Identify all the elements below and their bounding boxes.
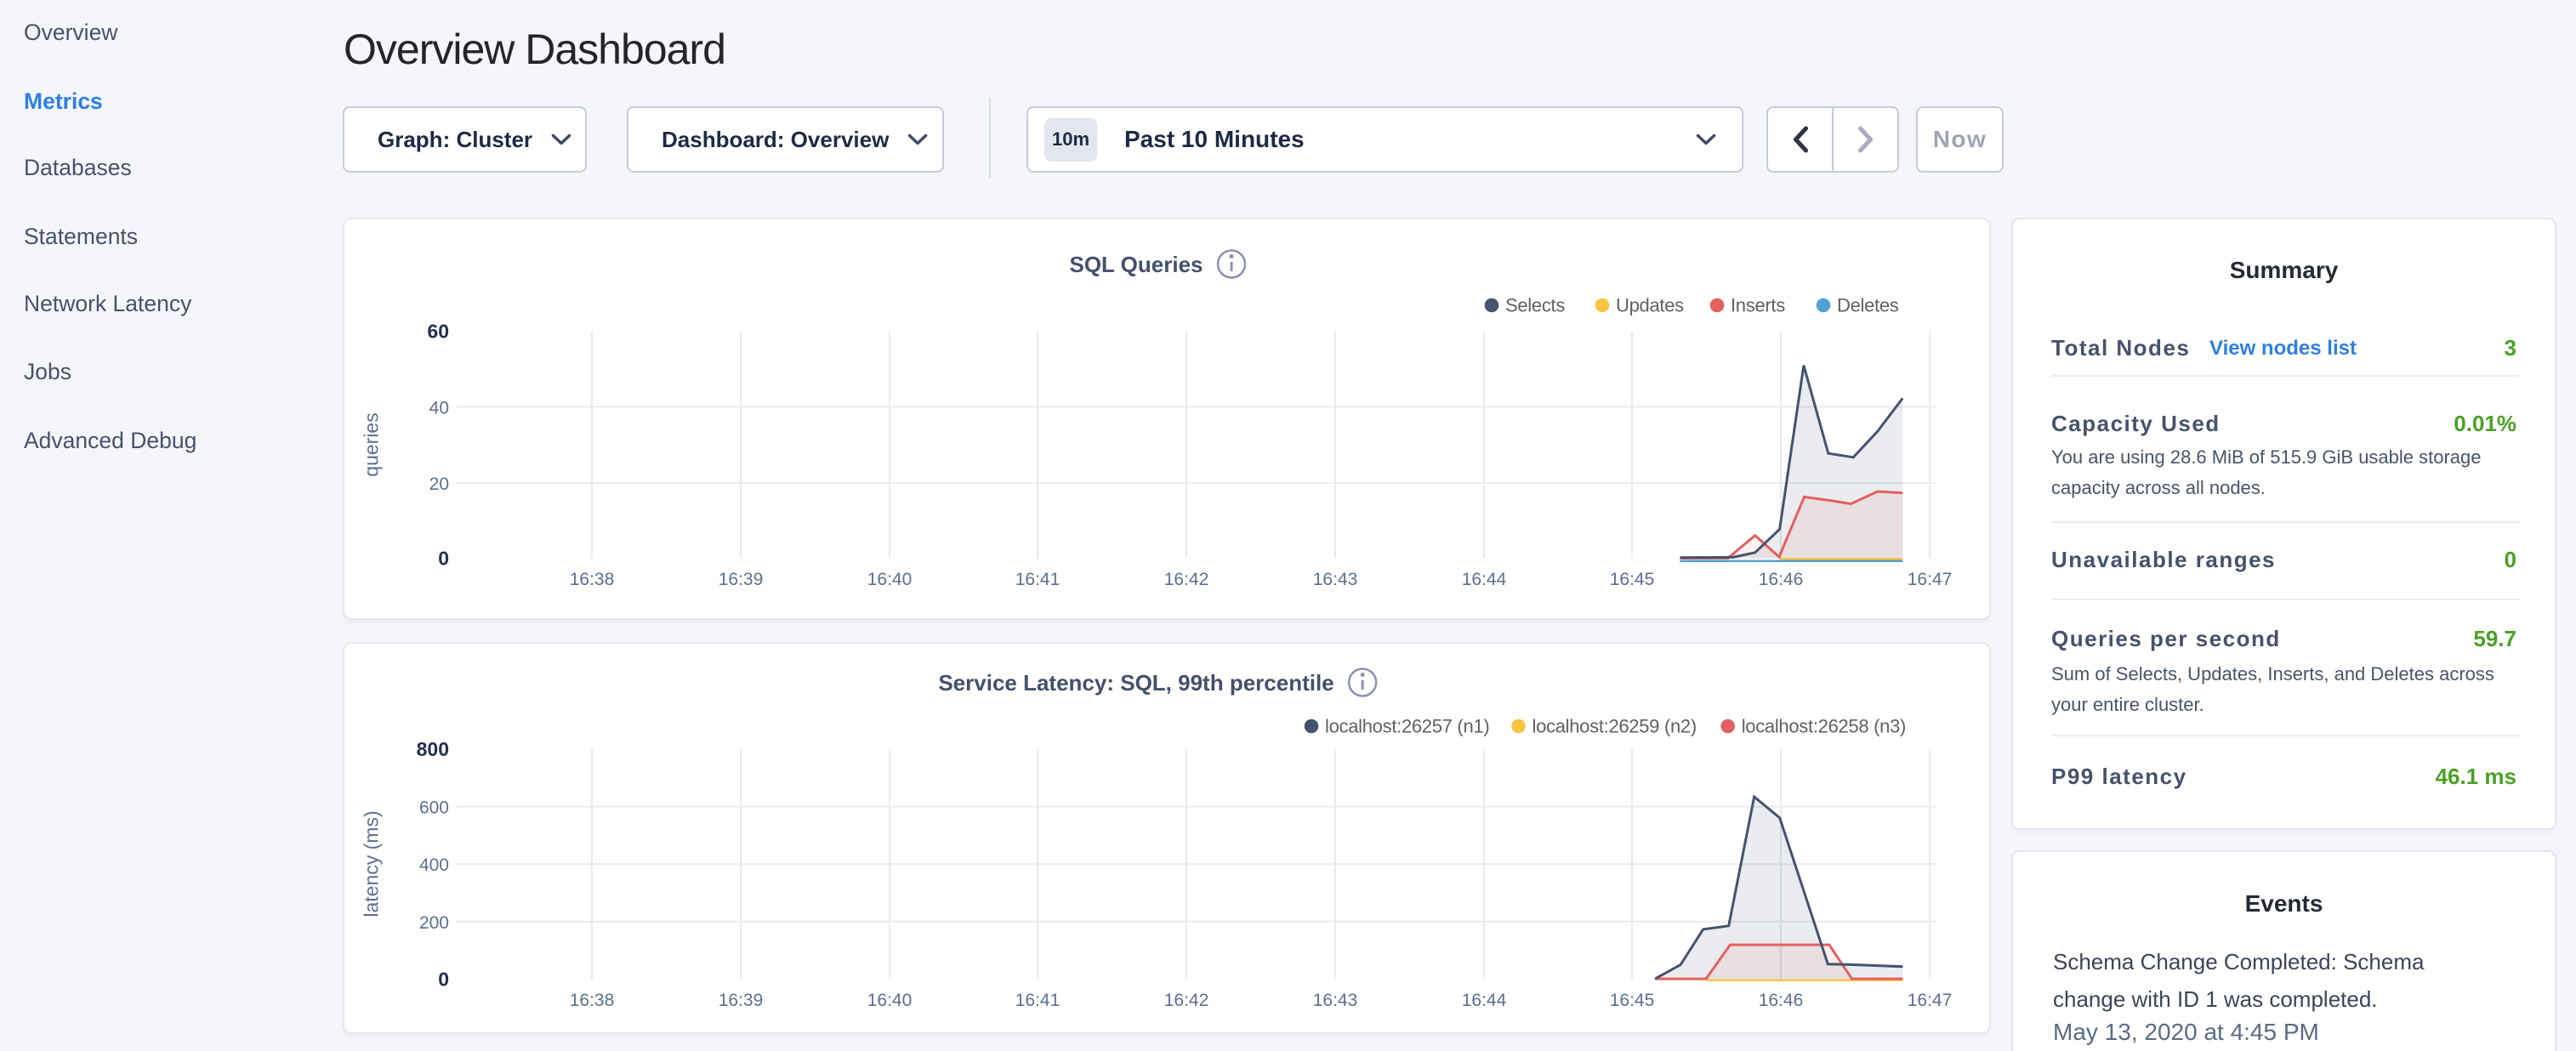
svg-text:latency (ms): latency (ms): [361, 810, 383, 917]
svg-text:16:41: 16:41: [1015, 991, 1061, 1010]
svg-text:16:42: 16:42: [1164, 991, 1209, 1010]
svg-text:localhost:26259 (n2): localhost:26259 (n2): [1533, 716, 1697, 737]
svg-text:16:47: 16:47: [1908, 570, 1953, 589]
svg-text:16:42: 16:42: [1164, 570, 1209, 589]
svg-text:0: 0: [438, 968, 449, 990]
svg-text:600: 600: [419, 798, 449, 818]
svg-text:800: 800: [417, 738, 449, 760]
svg-text:16:44: 16:44: [1462, 570, 1507, 589]
svg-text:16:46: 16:46: [1759, 991, 1804, 1010]
svg-text:16:38: 16:38: [570, 991, 615, 1010]
svg-text:Service Latency: SQL, 99th per: Service Latency: SQL, 99th percentile: [938, 670, 1333, 696]
svg-text:Selects: Selects: [1505, 295, 1565, 316]
svg-text:400: 400: [419, 855, 449, 875]
svg-text:16:45: 16:45: [1610, 991, 1655, 1010]
svg-text:20: 20: [429, 474, 449, 494]
svg-text:16:43: 16:43: [1313, 570, 1358, 589]
svg-text:Deletes: Deletes: [1837, 295, 1899, 316]
svg-text:16:46: 16:46: [1759, 570, 1804, 589]
svg-text:SQL Queries: SQL Queries: [1069, 252, 1203, 277]
svg-text:16:41: 16:41: [1015, 570, 1061, 589]
svg-text:16:39: 16:39: [719, 991, 764, 1010]
svg-text:Inserts: Inserts: [1731, 295, 1785, 316]
svg-text:16:39: 16:39: [719, 570, 764, 589]
svg-text:16:40: 16:40: [867, 991, 913, 1010]
svg-text:16:45: 16:45: [1610, 570, 1655, 589]
svg-text:16:40: 16:40: [867, 570, 913, 589]
svg-text:16:38: 16:38: [570, 570, 615, 589]
svg-text:16:43: 16:43: [1313, 991, 1358, 1010]
svg-text:60: 60: [427, 321, 449, 343]
svg-text:200: 200: [419, 913, 449, 933]
svg-text:Updates: Updates: [1616, 295, 1684, 316]
svg-text:localhost:26257 (n1): localhost:26257 (n1): [1325, 716, 1489, 737]
svg-text:16:44: 16:44: [1462, 991, 1507, 1010]
svg-text:queries: queries: [361, 412, 383, 476]
svg-text:40: 40: [429, 398, 449, 418]
svg-text:localhost:26258 (n3): localhost:26258 (n3): [1742, 716, 1906, 737]
svg-text:16:47: 16:47: [1908, 991, 1953, 1010]
svg-text:0: 0: [438, 548, 449, 570]
